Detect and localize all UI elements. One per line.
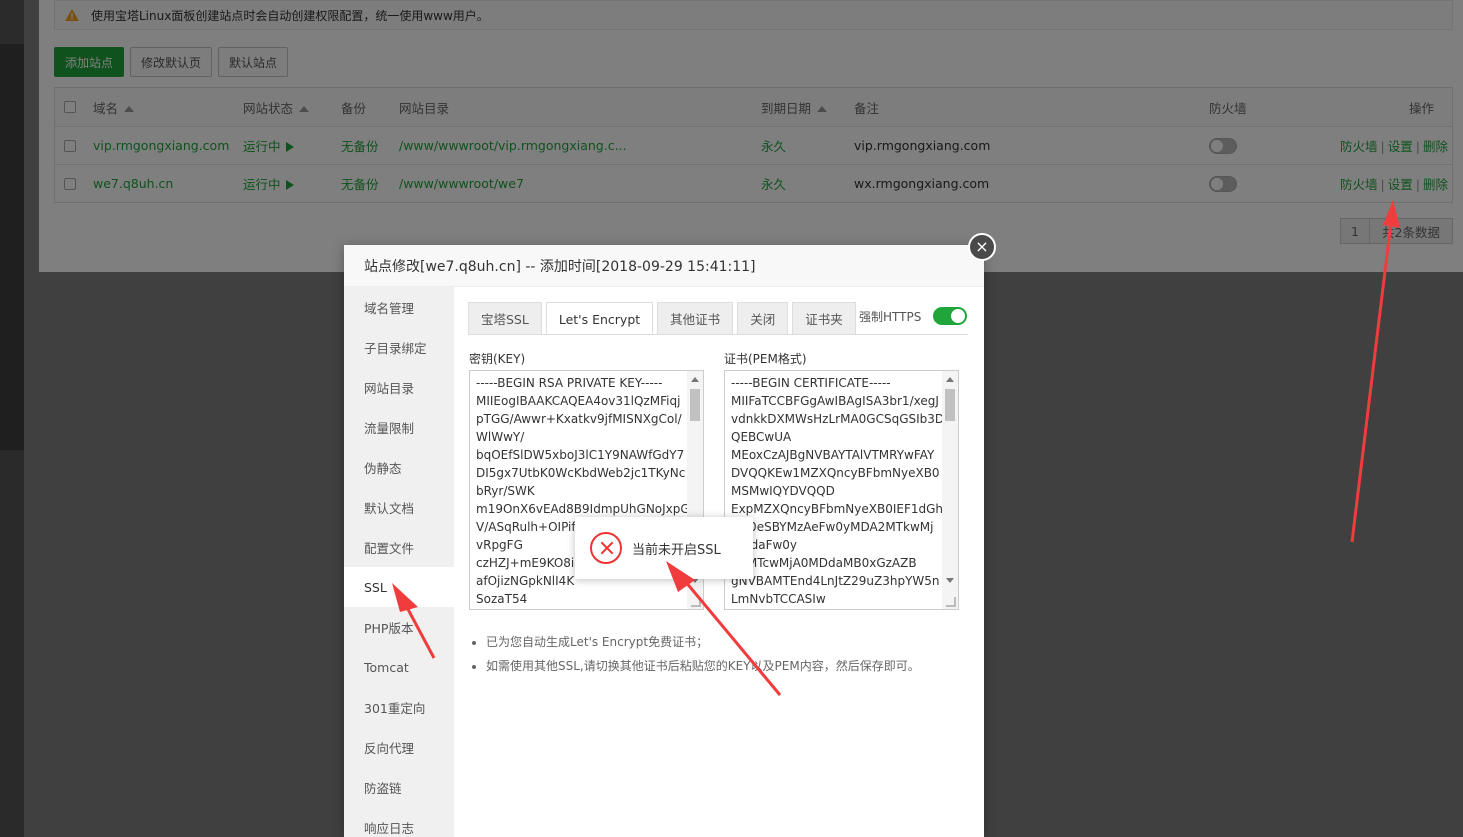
force-https: 强制HTTPS (859, 307, 968, 325)
scroll-thumb[interactable] (690, 389, 700, 421)
scroll-up-icon (691, 377, 699, 382)
menu-item-tomcat[interactable]: Tomcat (344, 647, 454, 687)
menu-item-traffic[interactable]: 流量限制 (344, 407, 454, 447)
ssl-tips: 已为您自动生成Let's Encrypt免费证书； 如需使用其他SSL,请切换其… (468, 630, 920, 678)
force-https-toggle[interactable] (933, 307, 968, 325)
error-toast: 当前未开启SSL (575, 517, 753, 579)
sidebar-stub (0, 0, 24, 44)
resize-grip-icon[interactable] (691, 597, 701, 607)
close-icon: × (975, 237, 989, 256)
menu-item-rewrite[interactable]: 伪静态 (344, 447, 454, 487)
scroll-thumb[interactable] (945, 389, 955, 421)
menu-item-site-dir[interactable]: 网站目录 (344, 367, 454, 407)
ssl-tabs: 宝塔SSL Let's Encrypt 其他证书 关闭 证书夹 (468, 302, 856, 335)
force-https-label: 强制HTTPS (859, 309, 922, 324)
cert-label: 证书(PEM格式) (724, 352, 807, 366)
cert-scrollbar[interactable] (942, 371, 958, 609)
sidebar-lower (0, 450, 24, 837)
tab-close[interactable]: 关闭 (737, 302, 789, 334)
tip-item: 已为您自动生成Let's Encrypt免费证书； (486, 630, 920, 654)
menu-item-ssl[interactable]: SSL (344, 567, 454, 607)
menu-item-default-doc[interactable]: 默认文档 (344, 487, 454, 527)
cert-text: -----BEGIN CERTIFICATE----- MIIFaTCCBFGg… (731, 376, 951, 606)
tab-bt-ssl[interactable]: 宝塔SSL (468, 302, 542, 334)
dialog-title: 站点修改[we7.q8uh.cn] -- 添加时间[2018-09-29 15:… (344, 245, 984, 287)
scroll-up-icon (946, 377, 954, 382)
left-sidebar (0, 0, 24, 837)
cert-textarea[interactable]: -----BEGIN CERTIFICATE----- MIIFaTCCBFGg… (724, 370, 959, 610)
menu-item-domain[interactable]: 域名管理 (344, 287, 454, 327)
menu-item-log[interactable]: 响应日志 (344, 807, 454, 837)
scroll-down-icon (946, 578, 954, 583)
resize-grip-icon[interactable] (946, 597, 956, 607)
toast-message: 当前未开启SSL (632, 542, 721, 558)
menu-item-config[interactable]: 配置文件 (344, 527, 454, 567)
menu-item-hotlink[interactable]: 防盗链 (344, 767, 454, 807)
error-x-icon (590, 532, 622, 564)
menu-item-redirect[interactable]: 301重定向 (344, 687, 454, 727)
dialog-close-button[interactable]: × (968, 233, 996, 261)
key-label: 密钥(KEY) (469, 352, 526, 366)
menu-item-proxy[interactable]: 反向代理 (344, 727, 454, 767)
tab-divider (468, 334, 968, 335)
tab-other-cert[interactable]: 其他证书 (657, 302, 734, 334)
dialog-menu: 域名管理 子目录绑定 网站目录 流量限制 伪静态 默认文档 配置文件 SSL P… (344, 287, 454, 837)
tab-lets-encrypt[interactable]: Let's Encrypt (545, 302, 654, 335)
tip-item: 如需使用其他SSL,请切换其他证书后粘贴您的KEY以及PEM内容，然后保存即可。 (486, 654, 920, 678)
menu-item-subdir[interactable]: 子目录绑定 (344, 327, 454, 367)
menu-item-php[interactable]: PHP版本 (344, 607, 454, 647)
tab-cert-folder[interactable]: 证书夹 (792, 302, 856, 334)
